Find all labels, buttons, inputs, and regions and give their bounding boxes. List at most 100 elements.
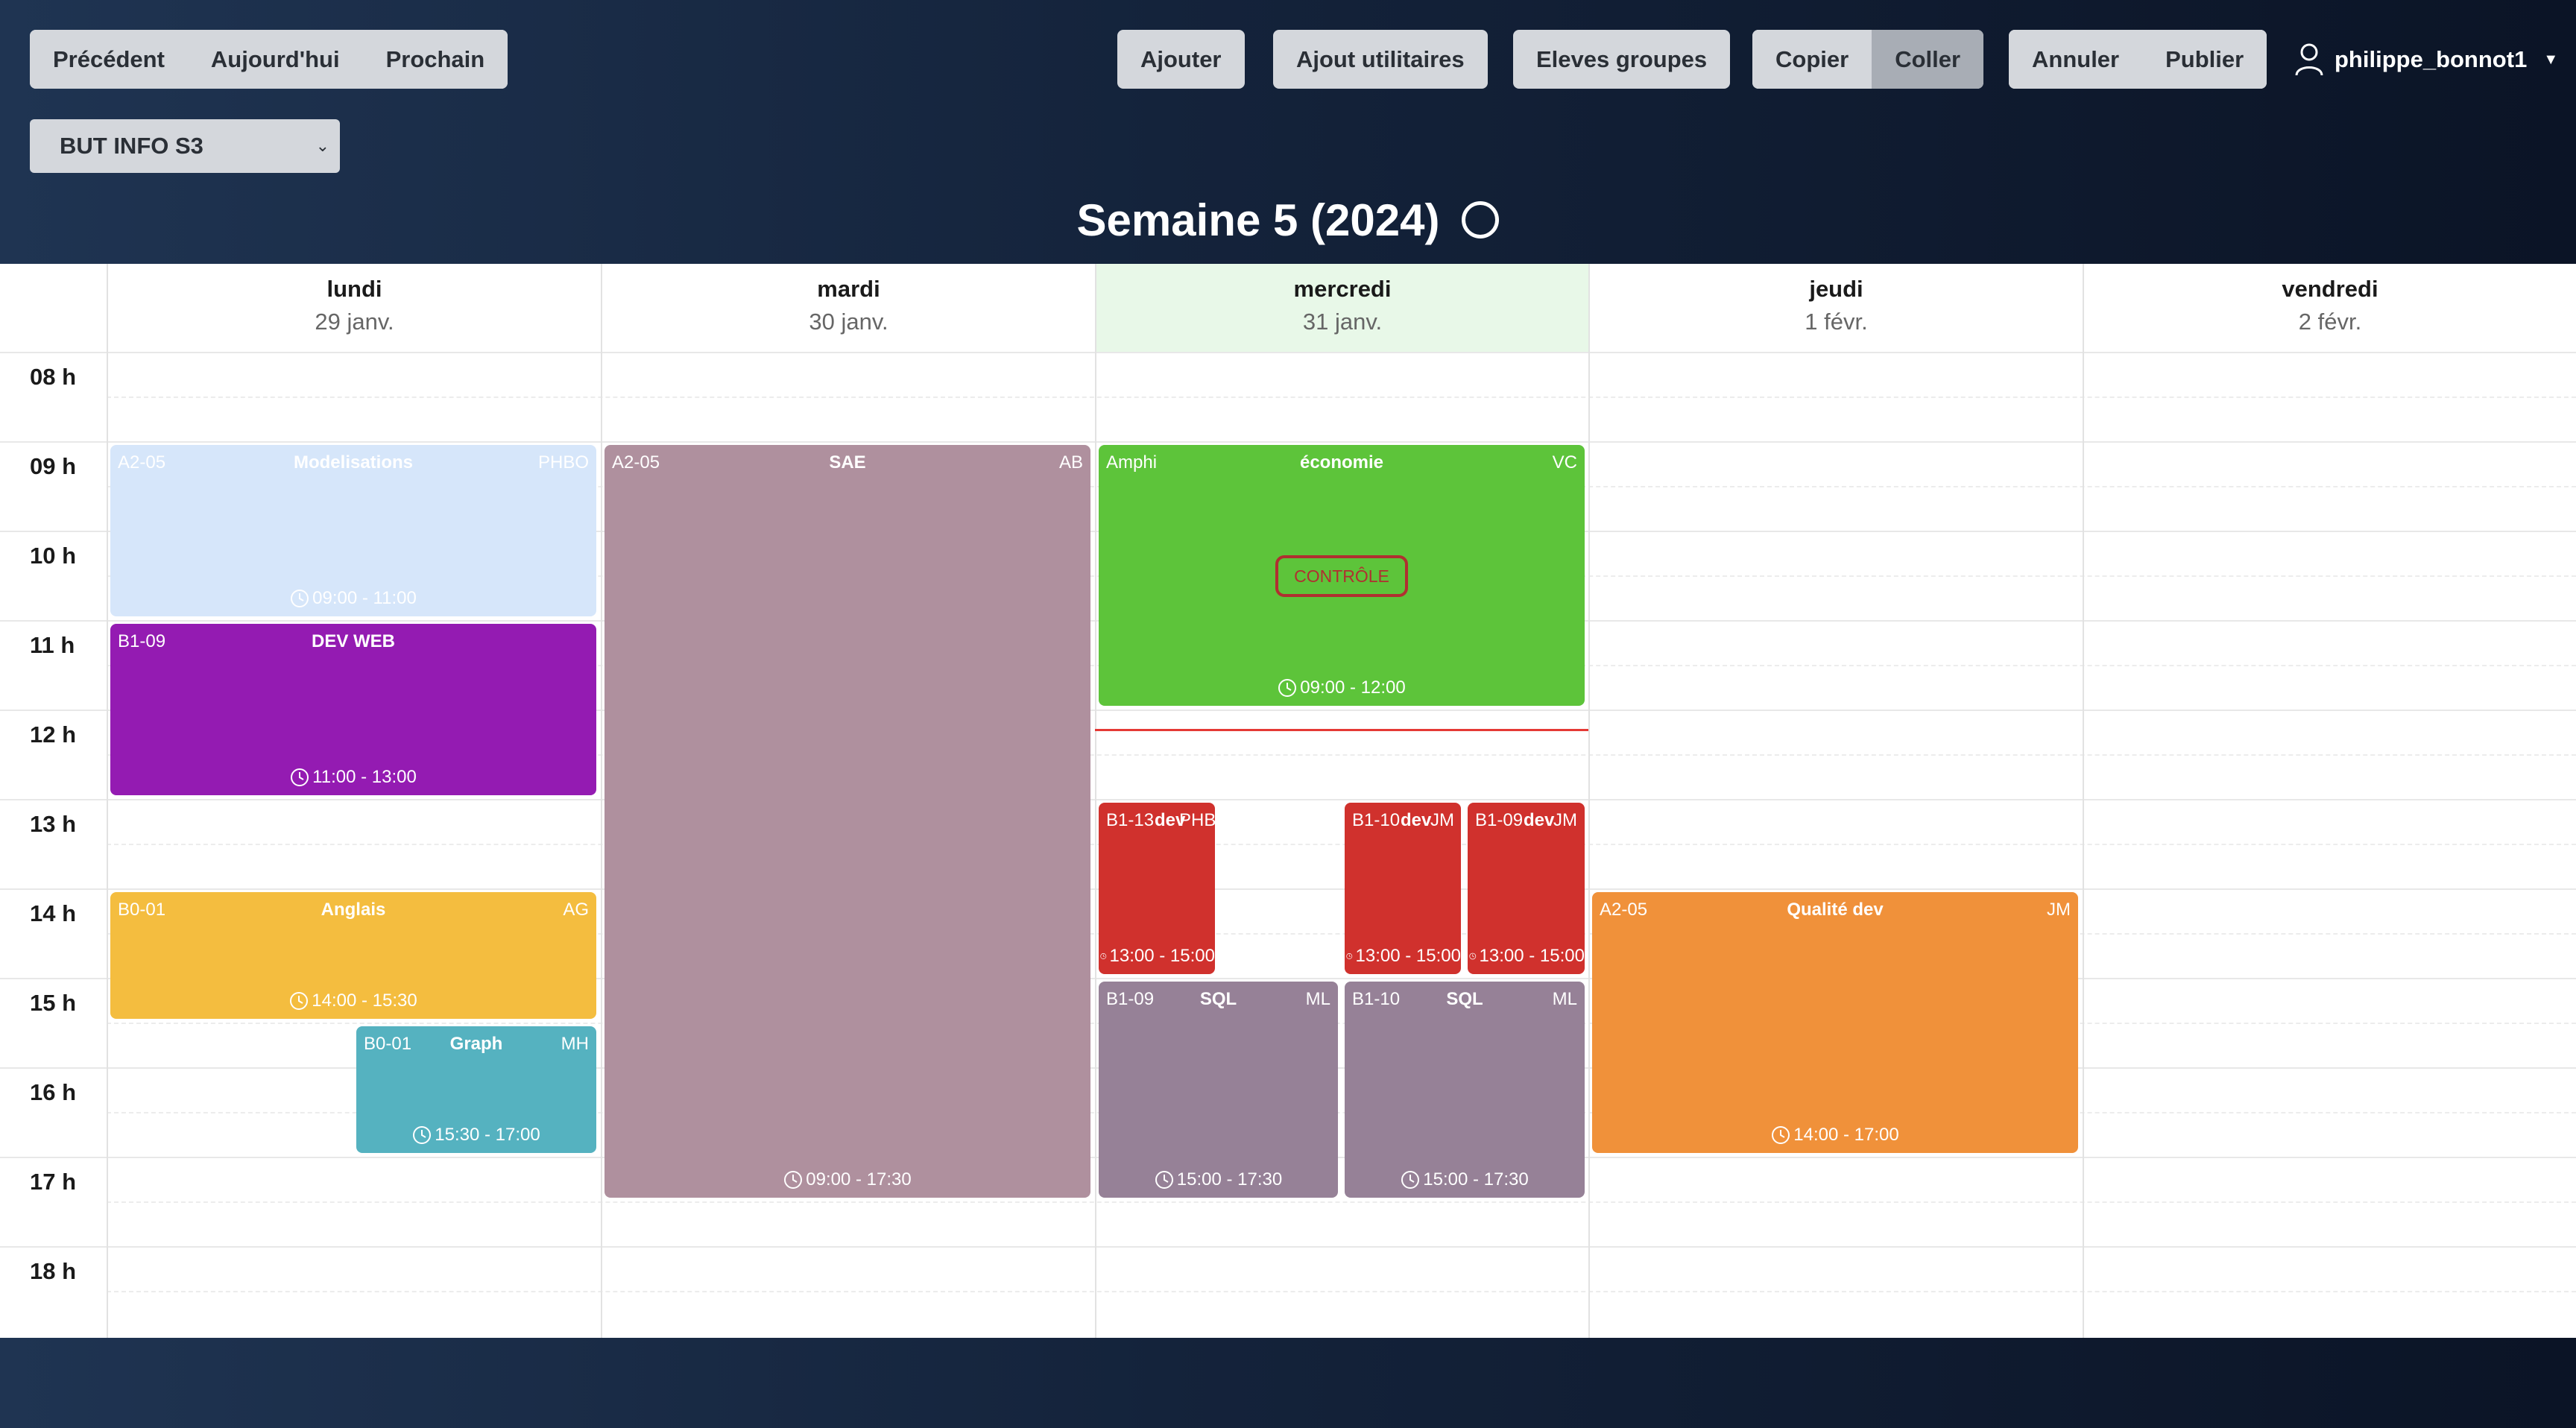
paste-button[interactable]: Coller <box>1872 30 1984 89</box>
event-time: 09:00 - 11:00 <box>110 588 596 609</box>
event-title: Qualité dev <box>1787 900 1884 920</box>
event-sae[interactable]: A2-05 SAE AB 09:00 - 17:30 <box>604 445 1090 1198</box>
event-time: 13:00 - 15:00 <box>1099 946 1215 967</box>
event-dev-b1-10[interactable]: B1-10 dev JM 13:00 - 15:00 <box>1345 803 1461 974</box>
event-modelisations[interactable]: A2-05 Modelisations PHBO 09:00 - 11:00 <box>110 445 596 616</box>
footer-bar <box>0 1338 2576 1428</box>
day-name: jeudi <box>1809 276 1863 302</box>
event-teacher: MH <box>561 1034 589 1054</box>
event-sql-b1-09[interactable]: B1-09 SQL ML 15:00 - 17:30 <box>1099 982 1338 1198</box>
event-time: 13:00 - 15:00 <box>1468 946 1585 967</box>
user-menu[interactable]: philippe_bonnot1 ▼ <box>2294 39 2558 80</box>
hour-gridline <box>0 441 2576 443</box>
previous-week-button[interactable]: Précédent <box>30 30 188 89</box>
status-circle-icon[interactable] <box>1462 201 1500 238</box>
event-graph[interactable]: B0-01 Graph MH 15:30 - 17:00 <box>356 1026 596 1153</box>
event-title: dev <box>1524 810 1555 830</box>
day-date: 30 janv. <box>809 309 888 335</box>
event-room: B1-10 <box>1352 810 1401 830</box>
next-week-button[interactable]: Prochain <box>362 30 508 89</box>
event-title: DEV WEB <box>311 631 395 651</box>
exam-badge: CONTRÔLE <box>1275 555 1408 597</box>
hour-label: 18 h <box>30 1258 77 1284</box>
event-dev-b1-13[interactable]: B1-13 dev PHB 13:00 - 15:00 <box>1099 803 1215 974</box>
event-time-text: 13:00 - 15:00 <box>1355 946 1461 966</box>
event-title: Anglais <box>321 900 386 920</box>
event-time-text: 14:00 - 15:30 <box>312 991 417 1011</box>
half-hour-gridline <box>107 397 2576 398</box>
copy-button[interactable]: Copier <box>1752 30 1872 89</box>
week-title-bar: Semaine 5 (2024) <box>0 186 2576 253</box>
half-hour-gridline <box>107 1201 2576 1203</box>
clock-icon <box>291 590 309 607</box>
event-title: SQL <box>1446 989 1483 1009</box>
day-header-row: lundi 29 janv. mardi 30 janv. mercredi 3… <box>0 264 2576 353</box>
today-button[interactable]: Aujourd'hui <box>187 30 363 89</box>
group-select[interactable]: BUT INFO S3 ⌄ <box>30 119 340 173</box>
clock-icon <box>1469 952 1477 960</box>
day-name: lundi <box>326 276 382 302</box>
event-dev-web[interactable]: B1-09 DEV WEB 11:00 - 13:00 <box>110 624 596 795</box>
day-date: 2 févr. <box>2298 309 2362 335</box>
day-column-divider <box>601 352 602 1338</box>
add-group: Ajouter <box>1117 30 1245 89</box>
event-time: 14:00 - 17:00 <box>1592 1125 2078 1146</box>
day-date: 1 févr. <box>1805 309 1868 335</box>
clock-icon <box>1155 1171 1173 1189</box>
day-name: mercredi <box>1293 276 1392 302</box>
publish-group: Annuler Publier <box>2009 30 2267 89</box>
event-time-text: 14:00 - 17:00 <box>1793 1125 1899 1145</box>
event-anglais[interactable]: B0-01 Anglais AG 14:00 - 15:30 <box>110 892 596 1019</box>
hour-label: 09 h <box>30 453 77 479</box>
student-groups-button[interactable]: Eleves groupes <box>1513 30 1731 89</box>
clipboard-group: Copier Coller <box>1752 30 1984 89</box>
user-icon <box>2295 43 2323 76</box>
event-dev-b1-09[interactable]: B1-09 dev JM 13:00 - 15:00 <box>1468 803 1585 974</box>
hour-label: 14 h <box>30 900 77 926</box>
group-select-value: BUT INFO S3 <box>60 133 203 159</box>
clock-icon <box>291 768 309 786</box>
event-teacher: PHB <box>1179 810 1215 830</box>
hour-label: 15 h <box>30 990 77 1016</box>
day-date: 31 janv. <box>1302 309 1383 335</box>
event-economie[interactable]: Amphi économie VC CONTRÔLE 09:00 - 12:00 <box>1099 445 1585 706</box>
publish-button[interactable]: Publier <box>2142 30 2267 89</box>
event-teacher: AB <box>1058 452 1083 473</box>
event-title: économie <box>1299 452 1384 473</box>
event-time: 09:00 - 17:30 <box>604 1169 1090 1190</box>
day-column-divider <box>1095 352 1096 1338</box>
event-time: 13:00 - 15:00 <box>1345 946 1461 967</box>
student-groups-group: Eleves groupes <box>1513 30 1731 89</box>
day-header-monday: lundi 29 janv. <box>107 264 601 352</box>
clock-icon <box>1346 953 1353 959</box>
day-header-wednesday: mercredi 31 janv. <box>1095 264 1588 352</box>
day-column-divider <box>2083 352 2084 1338</box>
event-teacher: JM <box>2047 900 2071 920</box>
add-button[interactable]: Ajouter <box>1117 30 1245 89</box>
day-column-divider <box>1588 352 1590 1338</box>
event-teacher: JM <box>1553 810 1577 830</box>
day-header-thursday: jeudi 1 févr. <box>1588 264 2083 352</box>
event-time: 15:30 - 17:00 <box>356 1125 596 1146</box>
day-date: 29 janv. <box>315 309 394 335</box>
event-sql-b1-10[interactable]: B1-10 SQL ML 15:00 - 17:30 <box>1345 982 1585 1198</box>
event-time-text: 15:00 - 17:30 <box>1423 1169 1529 1190</box>
event-time-text: 09:00 - 12:00 <box>1300 677 1406 698</box>
day-header-tuesday: mardi 30 janv. <box>601 264 1095 352</box>
caret-down-icon: ▼ <box>2543 51 2559 68</box>
clock-icon <box>413 1126 432 1144</box>
event-teacher: ML <box>1305 989 1330 1009</box>
event-qualite-dev[interactable]: A2-05 Qualité dev JM 14:00 - 17:00 <box>1592 892 2078 1153</box>
username: philippe_bonnot1 <box>2334 46 2528 72</box>
event-time: 09:00 - 12:00 <box>1099 677 1585 698</box>
cancel-button[interactable]: Annuler <box>2009 30 2143 89</box>
add-utilities-button[interactable]: Ajout utilitaires <box>1273 30 1488 89</box>
event-time-text: 13:00 - 15:00 <box>1479 946 1585 966</box>
chevron-down-icon: ⌄ <box>315 136 329 155</box>
event-time: 15:00 - 17:30 <box>1099 1169 1338 1190</box>
half-hour-gridline <box>107 1291 2576 1292</box>
clock-icon <box>1278 679 1297 697</box>
hour-label: 11 h <box>30 632 75 658</box>
hour-label: 10 h <box>30 543 77 569</box>
event-time: 11:00 - 13:00 <box>110 767 596 788</box>
